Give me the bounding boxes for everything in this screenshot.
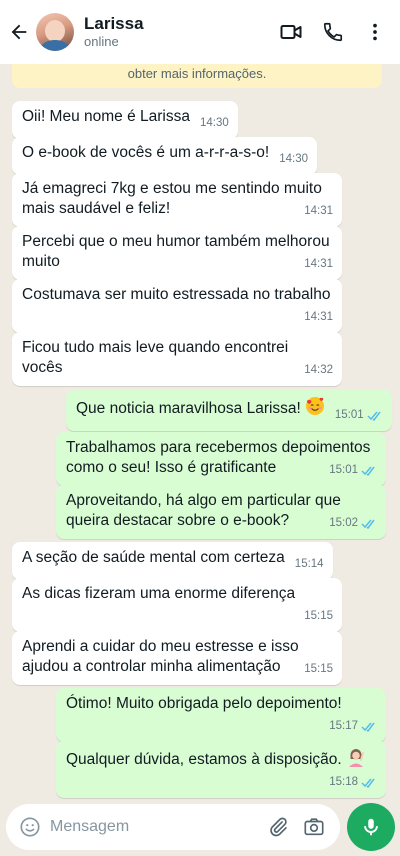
contact-status: online: [84, 34, 119, 49]
chat-header: Larissa online: [0, 0, 400, 64]
message-incoming[interactable]: O e-book de vocês é um a-r-r-a-s-o! 14:30: [12, 137, 318, 175]
message-time: 15:17: [329, 720, 358, 732]
message-incoming[interactable]: Percebi que o meu humor também melhorou …: [12, 226, 342, 280]
message-time: 15:15: [304, 610, 333, 622]
encryption-notice[interactable]: obter mais informações.: [12, 64, 382, 88]
message-time: 14:31: [304, 311, 333, 323]
message-time: 15:15: [304, 663, 333, 675]
message-outgoing[interactable]: Trabalhamos para recebermos depoimentos …: [56, 432, 386, 486]
message-outgoing[interactable]: Ótimo! Muito obrigada pelo depoimento! 1…: [56, 688, 386, 742]
read-ticks-icon: [367, 411, 381, 421]
message-time: 14:31: [304, 205, 333, 217]
video-call-icon: [280, 25, 302, 39]
woman-raising-hand-emoji-icon: [348, 749, 364, 767]
voice-message-button[interactable]: [347, 803, 395, 851]
message-incoming[interactable]: Aprendi a cuidar do meu estresse e isso …: [12, 631, 342, 685]
avatar[interactable]: [36, 13, 74, 51]
message-incoming[interactable]: Já emagreci 7kg e estou me sentindo muit…: [12, 173, 342, 227]
message-time: 14:30: [279, 153, 309, 165]
camera-icon: [304, 818, 324, 836]
message-outgoing[interactable]: Qualquer dúvida, estamos à disposição. 1…: [56, 741, 386, 798]
message-text-content: Qualquer dúvida, estamos à disposição.: [66, 751, 342, 768]
contact-info[interactable]: Larissa online: [84, 14, 270, 50]
voice-call-button[interactable]: [312, 11, 354, 53]
message-text: Oii! Meu nome é Larissa: [22, 108, 190, 125]
message-time: 14:30: [200, 117, 229, 129]
microphone-icon: [364, 818, 378, 836]
message-time: 15:14: [294, 558, 324, 570]
message-text: A seção de saúde mental com certeza: [22, 549, 285, 566]
message-outgoing[interactable]: Que noticia maravilhosa Larissa! 15:01: [66, 390, 392, 431]
message-text: O e-book de vocês é um a-r-r-a-s-o!: [22, 144, 270, 161]
emoji-icon: [20, 817, 40, 837]
camera-button[interactable]: [296, 804, 332, 850]
message-time: 15:18: [329, 776, 358, 788]
contact-name: Larissa: [84, 14, 144, 33]
message-list[interactable]: obter mais informações. Oii! Meu nome é …: [0, 64, 400, 800]
message-field: [6, 804, 340, 850]
message-text: As dicas fizeram uma enorme diferença: [22, 585, 296, 602]
read-ticks-icon: [361, 519, 375, 529]
more-vertical-icon: [373, 23, 377, 41]
message-time: 15:01: [334, 409, 364, 421]
message-time: 14:32: [304, 364, 333, 376]
message-text: Percebi que o meu humor também melhorou …: [22, 233, 334, 270]
read-ticks-icon: [361, 466, 375, 476]
read-ticks-icon: [361, 778, 375, 788]
phone-icon: [323, 22, 343, 42]
arrow-left-icon: [11, 24, 27, 40]
video-call-button[interactable]: [270, 11, 312, 53]
message-time: 14:31: [304, 258, 333, 270]
message-text: Já emagreci 7kg e estou me sentindo muit…: [22, 180, 327, 217]
message-text: Costumava ser muito estressada no trabal…: [22, 286, 331, 303]
message-incoming[interactable]: A seção de saúde mental com certeza 15:14: [12, 542, 333, 580]
more-options-button[interactable]: [354, 11, 396, 53]
message-outgoing[interactable]: Aproveitando, há algo em particular que …: [56, 485, 386, 539]
back-button[interactable]: [2, 0, 36, 64]
read-ticks-icon: [361, 722, 375, 732]
message-time: 15:01: [329, 464, 358, 476]
compose-bar: [0, 800, 400, 856]
message-text: Aproveitando, há algo em particular que …: [66, 492, 346, 529]
message-text: Que noticia maravilhosa Larissa!: [76, 400, 301, 417]
smiling-face-with-hearts-emoji-icon: [305, 397, 324, 415]
attach-button[interactable]: [260, 804, 296, 850]
message-incoming[interactable]: As dicas fizeram uma enorme diferença 15…: [12, 578, 342, 632]
message-text: Ótimo! Muito obrigada pelo depoimento!: [66, 695, 342, 712]
message-text: Aprendi a cuidar do meu estresse e isso …: [22, 638, 303, 675]
message-incoming[interactable]: Ficou tudo mais leve quando encontrei vo…: [12, 332, 342, 386]
message-incoming[interactable]: Oii! Meu nome é Larissa 14:30: [12, 101, 238, 139]
message-incoming[interactable]: Costumava ser muito estressada no trabal…: [12, 279, 342, 333]
notice-text: obter mais informações.: [127, 66, 267, 81]
message-input[interactable]: [50, 818, 260, 836]
paperclip-icon: [270, 817, 287, 837]
emoji-button[interactable]: [10, 804, 50, 850]
message-text: Ficou tudo mais leve quando encontrei vo…: [22, 339, 293, 376]
message-text: Qualquer dúvida, estamos à disposição.: [66, 749, 366, 768]
message-time: 15:02: [329, 517, 358, 529]
